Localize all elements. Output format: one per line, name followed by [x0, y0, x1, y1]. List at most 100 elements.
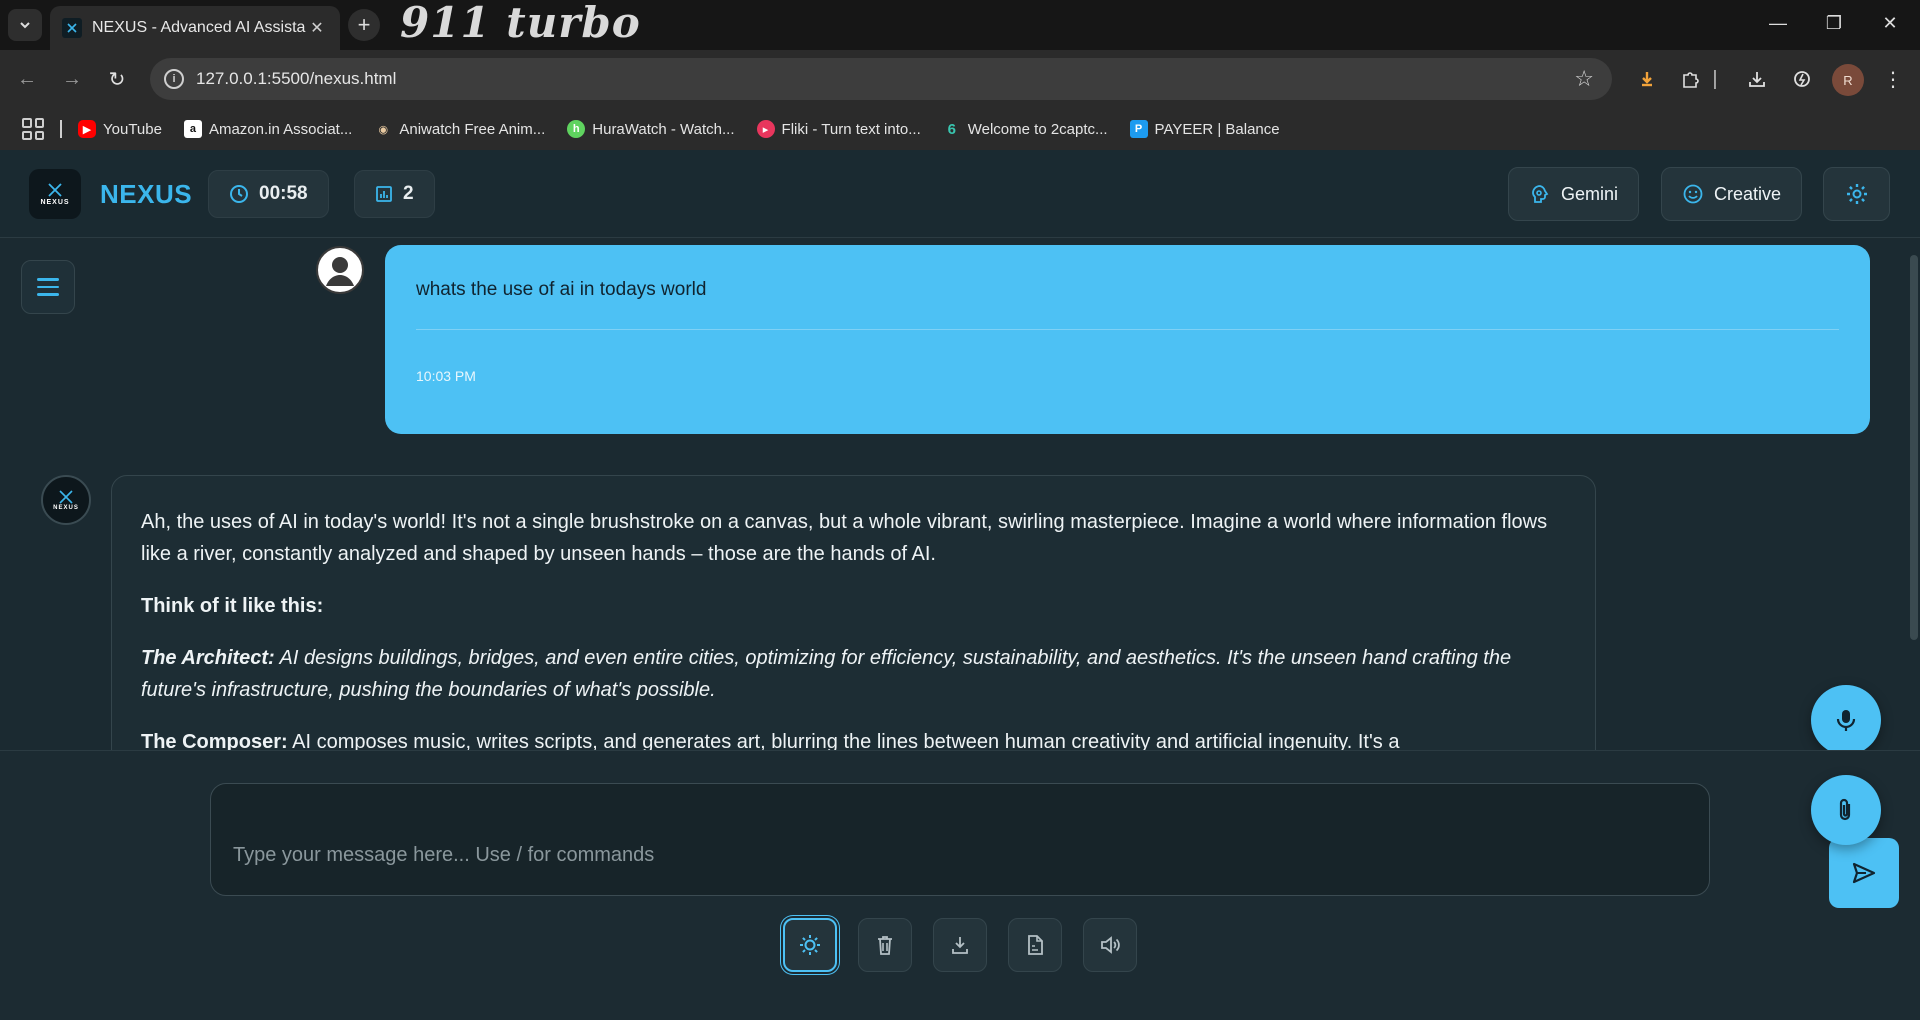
assistant-avatar-text: NEXUS	[53, 504, 79, 511]
session-timer: 00:58	[208, 170, 329, 218]
hamburger-icon	[37, 278, 59, 281]
send-icon	[1852, 862, 1876, 884]
profile-avatar[interactable]: R	[1832, 64, 1864, 96]
composer-area	[0, 750, 1920, 1020]
downloads-icon[interactable]	[1742, 64, 1772, 94]
browser-toolbar: ← → ↻ i 127.0.0.1:5500/nexus.html ☆ | R …	[0, 50, 1920, 108]
tab-title: NEXUS - Advanced AI Assistant	[92, 19, 306, 36]
assistant-avatar: NEXUS	[41, 475, 91, 525]
2captcha-icon: 6	[947, 120, 956, 138]
chat-messages[interactable]: whats the use of ai in todays world 10:0…	[0, 239, 1920, 750]
bookmark-payeer[interactable]: P PAYEER | Balance	[1129, 120, 1280, 138]
message-divider	[416, 329, 1839, 330]
new-tab-button[interactable]: +	[348, 9, 380, 41]
aniwatch-icon: ◉	[378, 123, 389, 136]
theme-toggle-button[interactable]	[783, 918, 837, 972]
sidebar-toggle-button[interactable]	[21, 260, 75, 314]
amazon-icon: a	[183, 120, 202, 138]
logo-x-icon	[48, 183, 62, 197]
timer-value: 00:58	[259, 183, 308, 204]
payeer-icon: P	[1129, 120, 1148, 138]
logo-text: NEXUS	[40, 199, 70, 206]
export-file-button[interactable]	[1008, 918, 1062, 972]
performance-icon[interactable]	[1787, 64, 1817, 94]
trash-icon	[878, 936, 892, 955]
back-icon[interactable]: ←	[12, 64, 42, 94]
browser-tabbar: NEXUS - Advanced AI Assistant ✕ + 911 tu…	[0, 0, 1920, 50]
message-input-container	[210, 783, 1899, 908]
user-message: whats the use of ai in todays world 10:0…	[385, 245, 1870, 434]
user-avatar	[316, 246, 364, 294]
minimize-icon[interactable]: —	[1750, 0, 1806, 46]
site-info-icon[interactable]: i	[164, 69, 184, 89]
extension-download-icon[interactable]	[1632, 64, 1662, 94]
bookmark-youtube[interactable]: ▶ YouTube	[78, 120, 162, 138]
settings-button[interactable]	[1823, 167, 1890, 221]
browser-menu-icon[interactable]: ⋮	[1878, 64, 1908, 94]
toolbar-divider: |	[1712, 67, 1718, 90]
sun-icon	[800, 935, 820, 955]
assistant-intro: Ah, the uses of AI in today's world! It'…	[141, 511, 1548, 565]
message-count: 2	[403, 183, 414, 204]
file-icon	[1028, 935, 1043, 955]
mode-select-button[interactable]: Creative	[1661, 167, 1803, 221]
model-select-button[interactable]: Gemini	[1508, 167, 1640, 221]
speaker-icon	[1101, 936, 1120, 954]
tab-close-icon[interactable]: ✕	[306, 18, 328, 38]
bookmark-fliki[interactable]: ▸ Fliki - Turn text into...	[756, 120, 921, 138]
voice-input-button[interactable]	[1811, 685, 1881, 750]
bookmarks-divider	[60, 120, 62, 138]
paperclip-icon	[1839, 798, 1851, 821]
app-header: NEXUS NEXUS 00:58 2 Gemini Creative	[0, 150, 1920, 238]
url-text: 127.0.0.1:5500/nexus.html	[196, 69, 397, 88]
nexus-favicon-icon	[62, 18, 82, 38]
brain-icon	[1529, 183, 1551, 205]
clear-chat-button[interactable]	[858, 918, 912, 972]
model-label: Gemini	[1561, 183, 1619, 204]
hurawatch-icon: h	[567, 120, 586, 138]
assistant-point-architect: The Architect: AI designs buildings, bri…	[141, 647, 1512, 701]
restore-icon[interactable]: ❐	[1806, 0, 1862, 46]
assistant-heading: Think of it like this:	[141, 595, 324, 617]
bookmark-hurawatch[interactable]: h HuraWatch - Watch...	[567, 120, 735, 138]
extensions-puzzle-icon[interactable]	[1676, 64, 1706, 94]
bookmarks-bar: ▶ YouTube a Amazon.in Associat... ◉ Aniw…	[0, 108, 1920, 150]
browser-tab-active[interactable]: NEXUS - Advanced AI Assistant ✕	[50, 6, 340, 50]
smile-icon	[1682, 183, 1704, 205]
send-button[interactable]	[1829, 838, 1899, 908]
chat-scrollbar[interactable]	[1910, 255, 1918, 640]
chevron-down-icon	[20, 22, 30, 29]
reload-icon[interactable]: ↻	[102, 64, 132, 94]
youtube-icon: ▶	[78, 120, 96, 138]
apps-grid-icon[interactable]	[22, 118, 44, 140]
download-icon	[952, 937, 968, 954]
bookmark-2captcha[interactable]: 6 Welcome to 2captc...	[943, 120, 1108, 138]
close-window-icon[interactable]: ✕	[1862, 0, 1918, 46]
microphone-icon	[1836, 710, 1856, 731]
address-bar[interactable]: i 127.0.0.1:5500/nexus.html ☆	[150, 58, 1612, 100]
nexus-logo: NEXUS	[29, 169, 81, 219]
logo-x-icon	[59, 489, 73, 504]
mode-label: Creative	[1714, 183, 1782, 204]
assistant-point-composer: The Composer: AI composes music, writes …	[141, 731, 1400, 750]
voice-output-button[interactable]	[1083, 918, 1137, 972]
chart-icon	[375, 185, 393, 203]
message-timestamp: 10:03 PM	[416, 368, 476, 384]
bookmark-aniwatch[interactable]: ◉ Aniwatch Free Anim...	[374, 120, 546, 138]
bookmark-amazon[interactable]: a Amazon.in Associat...	[183, 120, 352, 138]
message-counter: 2	[354, 170, 435, 218]
gear-icon	[1845, 182, 1869, 206]
fliki-icon: ▸	[756, 120, 775, 138]
download-chat-button[interactable]	[933, 918, 987, 972]
assistant-message: Ah, the uses of AI in today's world! It'…	[111, 475, 1596, 750]
bookmark-star-icon[interactable]: ☆	[1574, 66, 1594, 92]
forward-icon[interactable]: →	[57, 64, 87, 94]
message-input[interactable]	[233, 844, 1593, 867]
app-title: NEXUS	[100, 179, 193, 209]
clock-icon	[229, 184, 249, 204]
attach-file-button[interactable]	[1811, 775, 1881, 845]
user-message-text: whats the use of ai in todays world	[416, 279, 707, 300]
tab-search-button[interactable]	[8, 9, 42, 41]
theme-decoration: 911 turbo	[400, 0, 641, 47]
user-silhouette-icon	[319, 249, 361, 291]
